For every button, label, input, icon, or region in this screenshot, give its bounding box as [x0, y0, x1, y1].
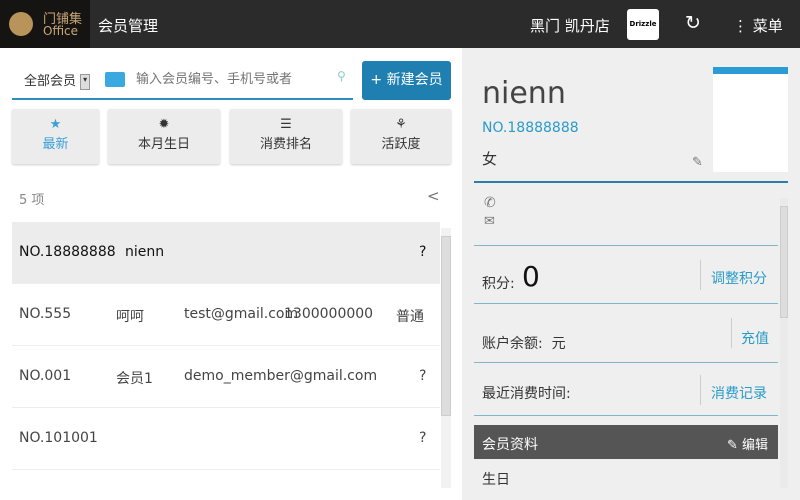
gear-icon: ✹: [158, 117, 170, 132]
member-number: NO.18888888: [482, 120, 579, 136]
divider: [474, 245, 778, 246]
adjust-points-link[interactable]: 调整积分: [711, 268, 767, 288]
member-no: NO.101001: [19, 430, 98, 446]
store-name[interactable]: 黑门 凯丹店: [530, 15, 610, 36]
member-name: 会员1: [116, 371, 153, 387]
divider: [474, 362, 778, 363]
refresh-icon[interactable]: ↻: [685, 12, 701, 34]
new-member-button[interactable]: + 新建会员: [362, 61, 451, 100]
filter-birthday[interactable]: ✹ 本月生日: [108, 109, 220, 164]
top-bar: 门铺集 Office 会员管理 黑门 凯丹店 Drizzle ↻ ⋮ 菜单: [0, 0, 800, 48]
list-scrollbar[interactable]: [441, 228, 451, 488]
filter-label: 活跃度: [381, 137, 421, 152]
scrollbar-thumb[interactable]: [441, 236, 451, 416]
share-icon[interactable]: <: [427, 187, 440, 205]
member-level: ?: [419, 368, 427, 384]
member-photo[interactable]: [713, 67, 788, 172]
member-level: ?: [419, 244, 427, 260]
filter-activity[interactable]: ⚘ 活跃度: [351, 109, 451, 164]
scrollbar-thumb[interactable]: [780, 206, 788, 318]
search-icon[interactable]: ⚲: [337, 69, 346, 83]
filter-label: 本月生日: [137, 137, 190, 152]
filter-spending[interactable]: ☰ 消费排名: [230, 109, 342, 164]
member-phone: 1300000000: [284, 306, 374, 322]
member-row[interactable]: NO.555 呵呵 test@gmail.com 1300000000 普通: [12, 284, 440, 346]
member-row[interactable]: NO.101001 ?: [12, 408, 440, 470]
star-icon: ★: [49, 117, 62, 132]
menu-button[interactable]: ⋮ 菜单: [733, 15, 783, 36]
brand-logo: Drizzle: [627, 9, 659, 40]
member-no: NO.18888888: [19, 244, 116, 260]
filter-label: 最新: [42, 137, 69, 152]
filter-select-value: 全部会员: [24, 74, 77, 89]
chevron-down-icon: ▾: [80, 73, 91, 90]
member-no: NO.001: [19, 368, 72, 384]
birthday-label: 生日: [482, 472, 510, 488]
member-name-title: nienn: [482, 76, 566, 111]
member-no: NO.555: [19, 306, 72, 322]
recharge-link[interactable]: 充值: [741, 328, 769, 348]
phone-icon: ✆: [484, 195, 496, 211]
profile-header-label: 会员资料: [482, 437, 538, 453]
separator: [700, 375, 701, 405]
points-value: 0: [522, 260, 540, 293]
mail-icon: ✉: [484, 214, 495, 229]
edit-label: 编辑: [742, 438, 769, 453]
card-icon: [105, 72, 125, 87]
member-gender: 女: [482, 150, 498, 168]
divider: [474, 303, 778, 304]
menu-label: 菜单: [752, 17, 783, 35]
member-filter-select[interactable]: 全部会员 ▾: [24, 70, 91, 90]
separator: [700, 260, 701, 290]
pencil-icon: ✎: [727, 438, 738, 453]
member-name: nienn: [125, 244, 165, 260]
filter-latest[interactable]: ★ 最新: [12, 109, 99, 164]
separator: [731, 318, 732, 348]
search-input[interactable]: [136, 66, 326, 90]
app-logo[interactable]: 门铺集 Office: [0, 0, 90, 48]
divider: [474, 181, 788, 183]
member-row[interactable]: NO.001 会员1 demo_member@gmail.com ?: [12, 346, 440, 408]
member-email: test@gmail.com: [184, 306, 299, 322]
pencil-icon[interactable]: ✎: [692, 155, 703, 170]
member-level: ?: [419, 430, 427, 446]
logo-subtext: Office: [43, 24, 79, 38]
filter-label: 消费排名: [259, 137, 312, 152]
sprout-icon: ⚘: [395, 117, 407, 132]
divider: [474, 415, 778, 416]
member-level: 普通: [396, 309, 424, 325]
points-label: 积分:: [482, 276, 515, 292]
profile-section-header: 会员资料 ✎ 编辑: [474, 425, 778, 459]
member-name: 呵呵: [116, 309, 144, 325]
purchase-history-link[interactable]: 消费记录: [711, 383, 767, 403]
detail-scrollbar[interactable]: [780, 198, 788, 488]
search-underline: [12, 98, 353, 100]
item-count: 5 项: [19, 193, 45, 208]
logo-icon: [9, 12, 33, 36]
list-icon: ☰: [280, 117, 292, 132]
member-row[interactable]: NO.18888888 nienn ?: [12, 222, 440, 284]
member-email: demo_member@gmail.com: [184, 368, 378, 384]
page-title: 会员管理: [98, 17, 159, 35]
edit-profile-button[interactable]: ✎ 编辑: [727, 434, 768, 453]
last-purchase-label: 最近消费时间:: [482, 386, 571, 402]
balance-label: 账户余额: 元: [482, 336, 566, 352]
